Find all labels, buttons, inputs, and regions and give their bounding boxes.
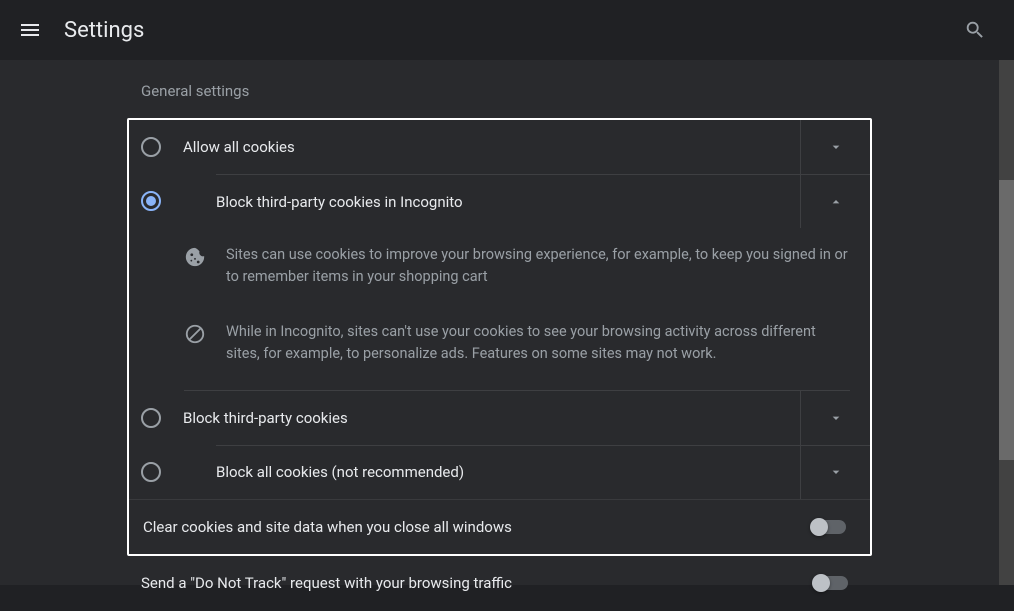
collapse-button[interactable] xyxy=(800,175,870,228)
toggle-label: Send a "Do Not Track" request with your … xyxy=(141,574,814,592)
block-icon xyxy=(184,323,206,345)
toggle-switch[interactable] xyxy=(814,576,848,590)
toggle-label: Clear cookies and site data when you clo… xyxy=(143,518,812,536)
chevron-up-icon xyxy=(828,194,844,210)
expand-button[interactable] xyxy=(800,446,870,499)
description-text: While in Incognito, sites can't use your… xyxy=(226,321,850,366)
option-block-third-party-incognito[interactable]: Block third-party cookies in Incognito xyxy=(129,174,870,228)
chevron-down-icon xyxy=(828,410,844,426)
option-label: Allow all cookies xyxy=(183,138,800,156)
page-title: Settings xyxy=(64,18,144,43)
radio-icon xyxy=(141,462,161,482)
toggle-switch[interactable] xyxy=(812,520,846,534)
description-row: While in Incognito, sites can't use your… xyxy=(184,305,850,382)
scrollbar-thumb[interactable] xyxy=(999,180,1014,460)
option-block-all-cookies[interactable]: Block all cookies (not recommended) xyxy=(129,445,870,499)
scrollbar[interactable] xyxy=(999,60,1014,585)
expand-button[interactable] xyxy=(800,391,870,445)
settings-panel: General settings Allow all cookies Block… xyxy=(127,60,872,585)
option-allow-all-cookies[interactable]: Allow all cookies xyxy=(129,120,870,174)
section-title: General settings xyxy=(127,60,872,118)
option-label: Block third-party cookies xyxy=(183,409,800,427)
content-area: General settings Allow all cookies Block… xyxy=(0,60,999,585)
option-description-block: Sites can use cookies to improve your br… xyxy=(129,228,870,391)
menu-icon[interactable] xyxy=(18,18,42,42)
cookies-option-group: Allow all cookies Block third-party cook… xyxy=(127,118,872,556)
radio-icon xyxy=(141,408,161,428)
option-label: Block all cookies (not recommended) xyxy=(216,463,800,481)
app-header: Settings xyxy=(0,0,1014,60)
cookie-icon xyxy=(184,246,206,268)
radio-icon-selected xyxy=(141,191,161,211)
description-text: Sites can use cookies to improve your br… xyxy=(226,244,850,289)
toggle-clear-on-close[interactable]: Clear cookies and site data when you clo… xyxy=(129,499,870,554)
toggle-do-not-track[interactable]: Send a "Do Not Track" request with your … xyxy=(127,556,872,611)
description-row: Sites can use cookies to improve your br… xyxy=(184,228,850,305)
option-label: Block third-party cookies in Incognito xyxy=(216,193,800,211)
expand-button[interactable] xyxy=(800,120,870,174)
radio-icon xyxy=(141,137,161,157)
option-block-third-party[interactable]: Block third-party cookies xyxy=(129,391,870,445)
search-icon[interactable] xyxy=(964,19,986,41)
chevron-down-icon xyxy=(828,139,844,155)
chevron-down-icon xyxy=(828,464,844,480)
